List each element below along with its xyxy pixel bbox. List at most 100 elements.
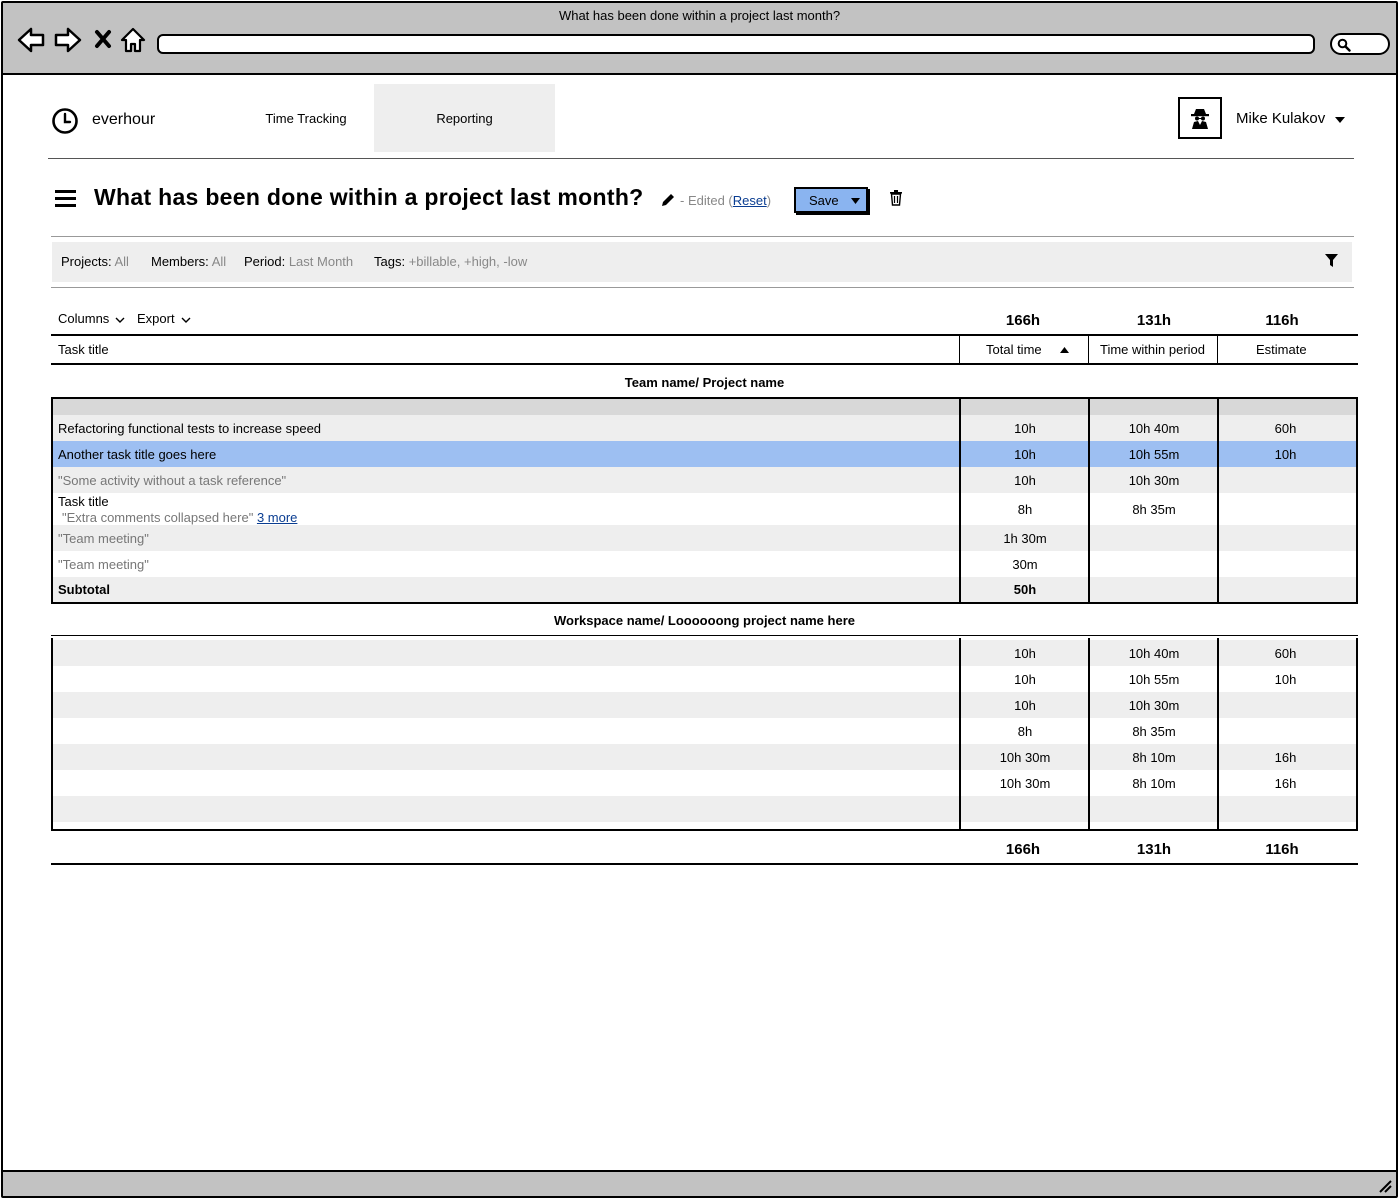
columns-dropdown[interactable]: Columns [58,311,125,326]
estimate [1219,493,1352,525]
hamburger-menu-icon[interactable] [55,190,77,213]
column-time-within-period[interactable]: Time within period [1100,336,1205,363]
pencil-edit-icon[interactable] [661,193,675,212]
column-divider [959,399,961,602]
back-icon[interactable] [16,25,46,55]
task-title[interactable]: Another task title goes here [58,441,958,467]
filter-tags[interactable]: Tags: +billable, +high, -low [374,254,527,269]
total-time: 30m [1012,556,1038,572]
footer-divider [51,863,1358,865]
total-time: 10h 30m [999,775,1051,791]
filter-key: Projects: [61,254,112,269]
spy-avatar-icon [1191,109,1209,129]
tab-reporting[interactable]: Reporting [374,84,555,152]
task-title[interactable] [58,666,958,692]
chevron-down-icon [181,317,191,323]
top-total-time: 166h [1005,312,1041,329]
column-divider [1217,399,1219,602]
estimate [1219,467,1352,493]
group-table: Refactoring functional tests to increase… [51,397,1358,604]
sort-ascending-icon[interactable] [1059,346,1069,353]
total-time: 10h [1014,472,1036,488]
reset-link[interactable]: Reset [733,193,767,208]
stop-icon[interactable] [91,25,121,55]
table-row[interactable]: 10h 30m 8h 10m 16h [53,744,1356,770]
chevron-down-icon [115,317,125,323]
estimate [1219,551,1352,577]
estimate [1219,796,1352,822]
table-row[interactable]: 10h 30m 8h 10m 16h [53,770,1356,796]
total-time: 10h [1014,697,1036,713]
avatar[interactable] [1178,97,1222,139]
column-total-time[interactable]: Total time [986,336,1069,363]
filter-key: Tags: [374,254,406,269]
task-title[interactable]: Task title [58,494,109,509]
table-row[interactable]: Task title "Extra comments collapsed her… [53,493,1356,525]
browser-status-bar [3,1170,1396,1196]
table-row[interactable]: 10h 10h 30m [53,692,1356,718]
filter-period[interactable]: Period: Last Month [244,254,353,269]
page-title: What has been done within a project last… [94,184,644,210]
task-title-with-comment: Task title "Extra comments collapsed her… [58,493,958,525]
total-time: 8h [1017,723,1033,739]
group-title: Team name/ Project name [624,375,785,390]
time-within-period [1090,551,1218,577]
table-row[interactable]: 10h 10h 40m 60h [53,640,1356,666]
time-within-period: 10h 40m [1128,645,1180,661]
user-name[interactable]: Mike Kulakov [1236,110,1325,127]
export-dropdown[interactable]: Export [137,311,191,326]
table-row[interactable]: "Team meeting" 30m [53,551,1356,577]
filter-value: Last Month [288,254,354,269]
export-label: Export [137,311,175,326]
activity-title[interactable]: "Some activity without a task reference" [58,467,958,493]
filter-members[interactable]: Members: All [151,254,226,269]
time-within-period: 8h 35m [1132,501,1176,517]
time-within-period: 10h 40m [1128,420,1180,436]
task-title[interactable] [58,744,958,770]
logo-text[interactable]: everhour [92,111,155,129]
browser-search-box[interactable] [1330,33,1390,55]
table-row[interactable]: 8h 8h 35m [53,718,1356,744]
column-estimate[interactable]: Estimate [1256,336,1307,363]
table-row[interactable]: 10h 10h 55m 10h [53,666,1356,692]
home-icon[interactable] [118,25,148,55]
trash-icon[interactable] [889,190,903,211]
task-title[interactable] [58,640,958,666]
save-button[interactable]: Save [794,187,868,213]
column-task-title[interactable]: Task title [58,336,109,363]
subtotal-total-time: 50h [1013,582,1037,597]
task-title[interactable]: Refactoring functional tests to increase… [58,415,958,441]
clock-logo-icon[interactable] [51,107,79,140]
task-title[interactable] [58,718,958,744]
activity-title[interactable]: "Team meeting" [58,525,958,551]
task-title[interactable] [58,796,958,822]
column-divider [1088,638,1090,829]
activity-title[interactable]: "Team meeting" [58,551,958,577]
column-divider [1217,638,1219,829]
subtotal-estimate [1219,577,1352,602]
table-row[interactable] [53,796,1356,822]
table-row[interactable]: "Team meeting" 1h 30m [53,525,1356,551]
more-comments-link[interactable]: 3 more [257,510,297,525]
browser-toolbar: What has been done within a project last… [3,3,1396,75]
save-dropdown-caret-icon[interactable] [851,198,860,204]
task-title[interactable] [58,770,958,796]
table-row[interactable]: "Some activity without a task reference"… [53,467,1356,493]
total-time: 10h [1014,446,1036,462]
estimate: 60h [1274,420,1297,436]
filter-projects[interactable]: Projects: All [61,254,129,269]
user-menu-caret-icon[interactable] [1335,117,1345,123]
tab-time-tracking[interactable]: Time Tracking [239,84,373,152]
resize-grip-icon[interactable] [1378,1179,1392,1193]
column-total-time-label: Total time [986,342,1042,357]
total-time: 1h 30m [1003,530,1047,546]
table-row[interactable]: Refactoring functional tests to increase… [53,415,1356,441]
table-row-selected[interactable]: Another task title goes here 10h 10h 55m… [53,441,1356,467]
filter-top-divider [51,236,1354,237]
filter-funnel-icon[interactable] [1325,254,1338,268]
forward-icon[interactable] [53,25,83,55]
column-divider [959,336,960,363]
task-title[interactable] [58,692,958,718]
address-bar[interactable] [157,34,1315,54]
time-within-period: 8h 35m [1132,723,1176,739]
